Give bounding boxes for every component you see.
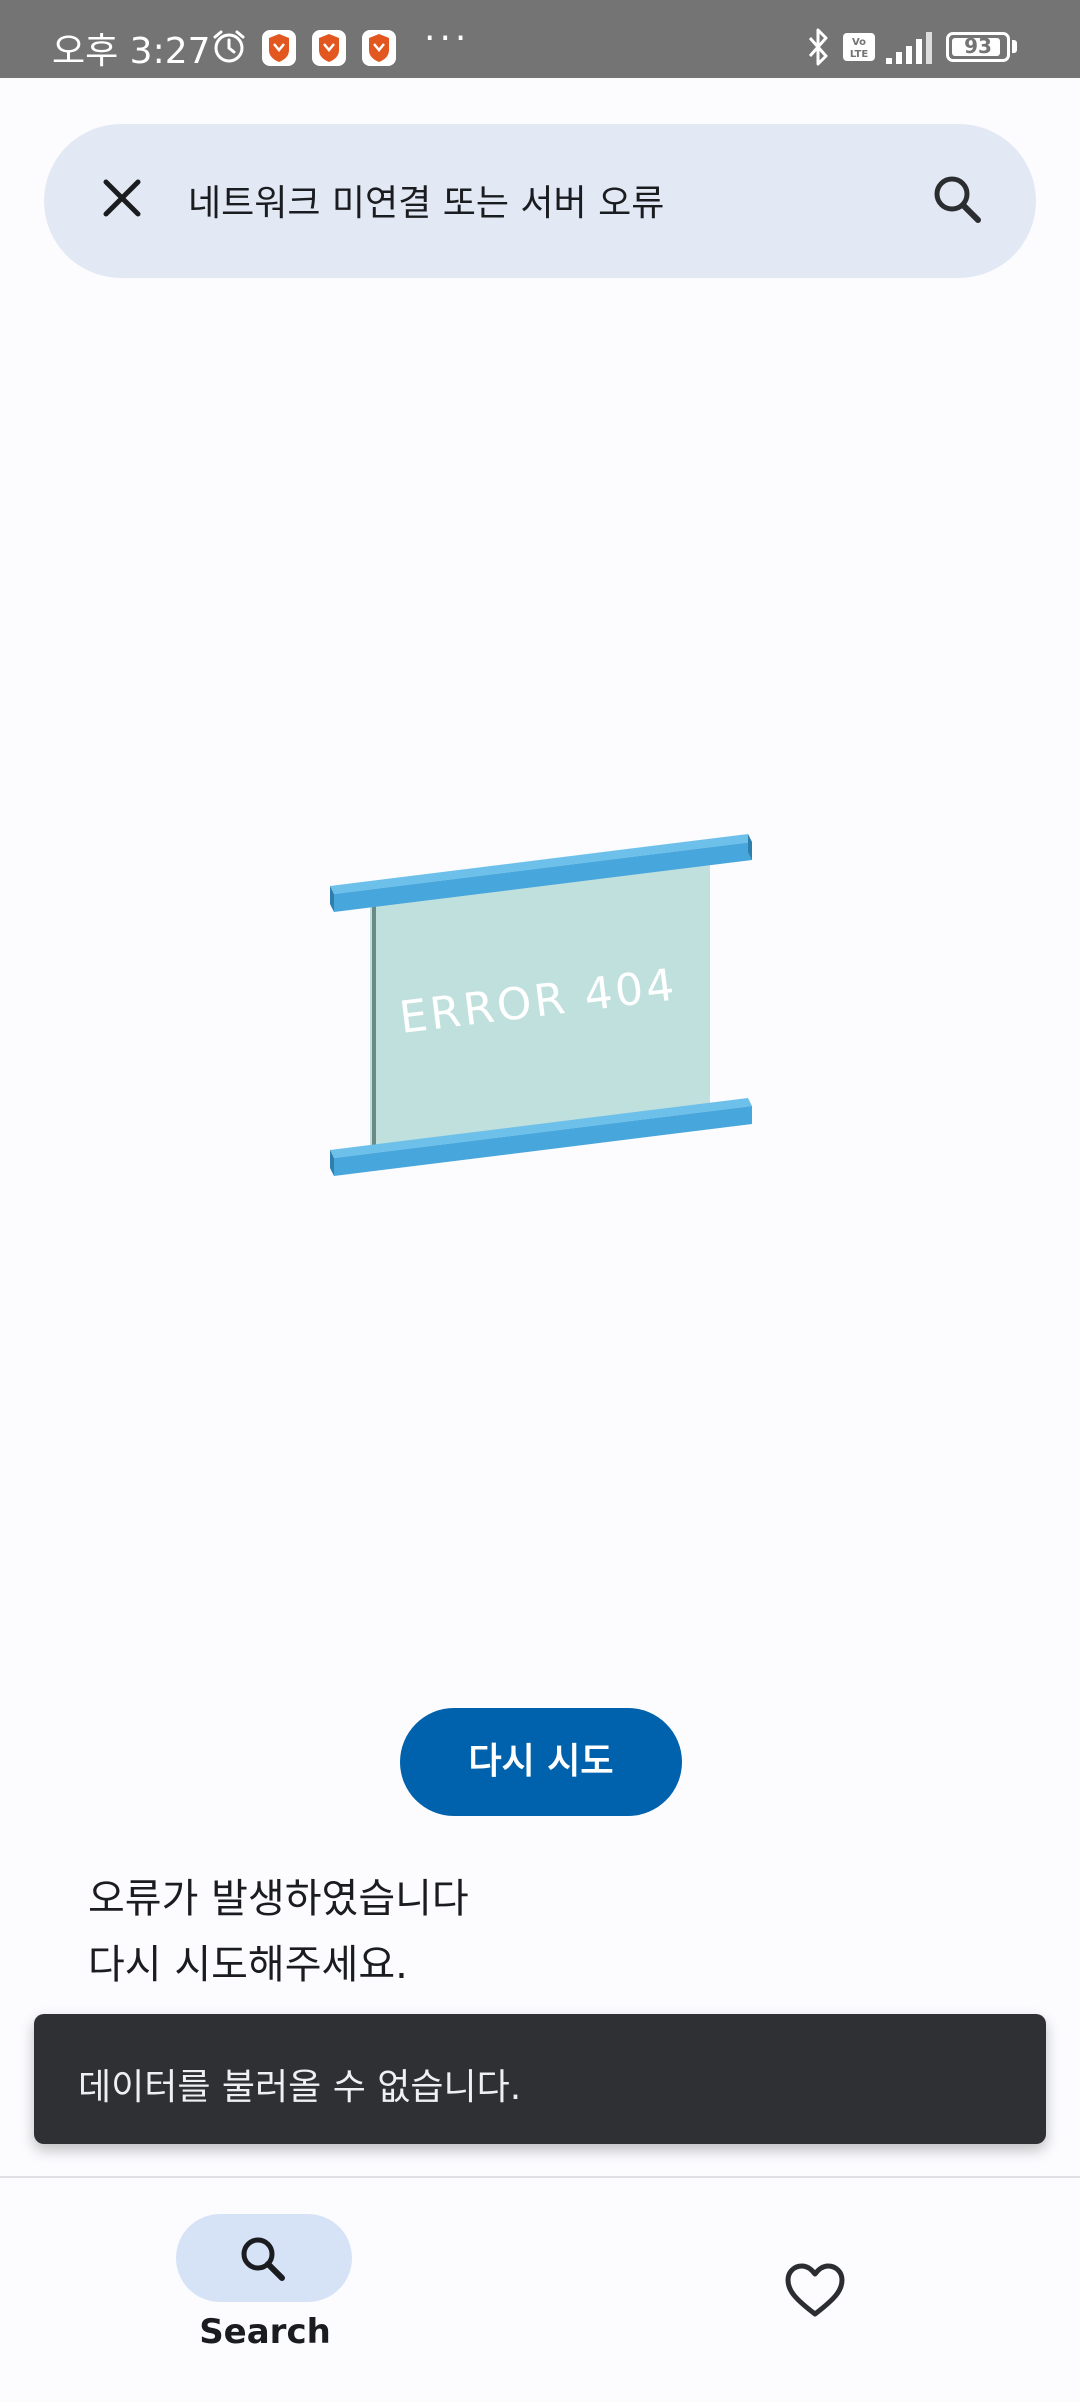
error-message-line2: 다시 시도해주세요. — [88, 1942, 408, 1988]
error-404-illustration: ERROR 404 — [330, 834, 752, 1176]
more-notifications-indicator: ··· — [424, 18, 471, 59]
retry-button[interactable]: 다시 시도 — [400, 1708, 682, 1816]
status-bar: 오후 3:27 ··· Vo LTE 93 — [0, 0, 1080, 78]
bluetooth-icon — [808, 28, 828, 66]
volte-icon: Vo LTE — [843, 33, 875, 61]
svg-text:Vo: Vo — [852, 37, 866, 48]
error-message-line1: 오류가 발생하였습니다 — [88, 1876, 469, 1922]
brave-icon — [362, 30, 396, 66]
status-time: 오후 3:27 — [52, 31, 211, 72]
signal-icon — [886, 32, 932, 64]
brave-icon — [262, 30, 296, 66]
battery-tip — [1012, 40, 1017, 53]
nav-item-search-label[interactable]: Search — [150, 2312, 380, 2352]
svg-text:LTE: LTE — [850, 49, 869, 60]
battery-icon: 93 — [946, 32, 1010, 62]
search-icon[interactable] — [928, 170, 986, 228]
close-icon[interactable] — [92, 168, 152, 228]
snackbar: 데이터를 불러올 수 없습니다. — [34, 2014, 1046, 2144]
search-input[interactable]: 네트워크 미연결 또는 서버 오류 — [188, 174, 664, 226]
battery-level: 93 — [964, 34, 992, 58]
snackbar-message: 데이터를 불러올 수 없습니다. — [78, 2067, 522, 2108]
error-message: 오류가 발생하였습니다 다시 시도해주세요. — [88, 1866, 469, 1998]
alarm-icon — [213, 30, 245, 63]
brave-icon — [312, 30, 346, 66]
search-icon[interactable] — [234, 2230, 292, 2288]
heart-icon[interactable] — [784, 2262, 846, 2320]
